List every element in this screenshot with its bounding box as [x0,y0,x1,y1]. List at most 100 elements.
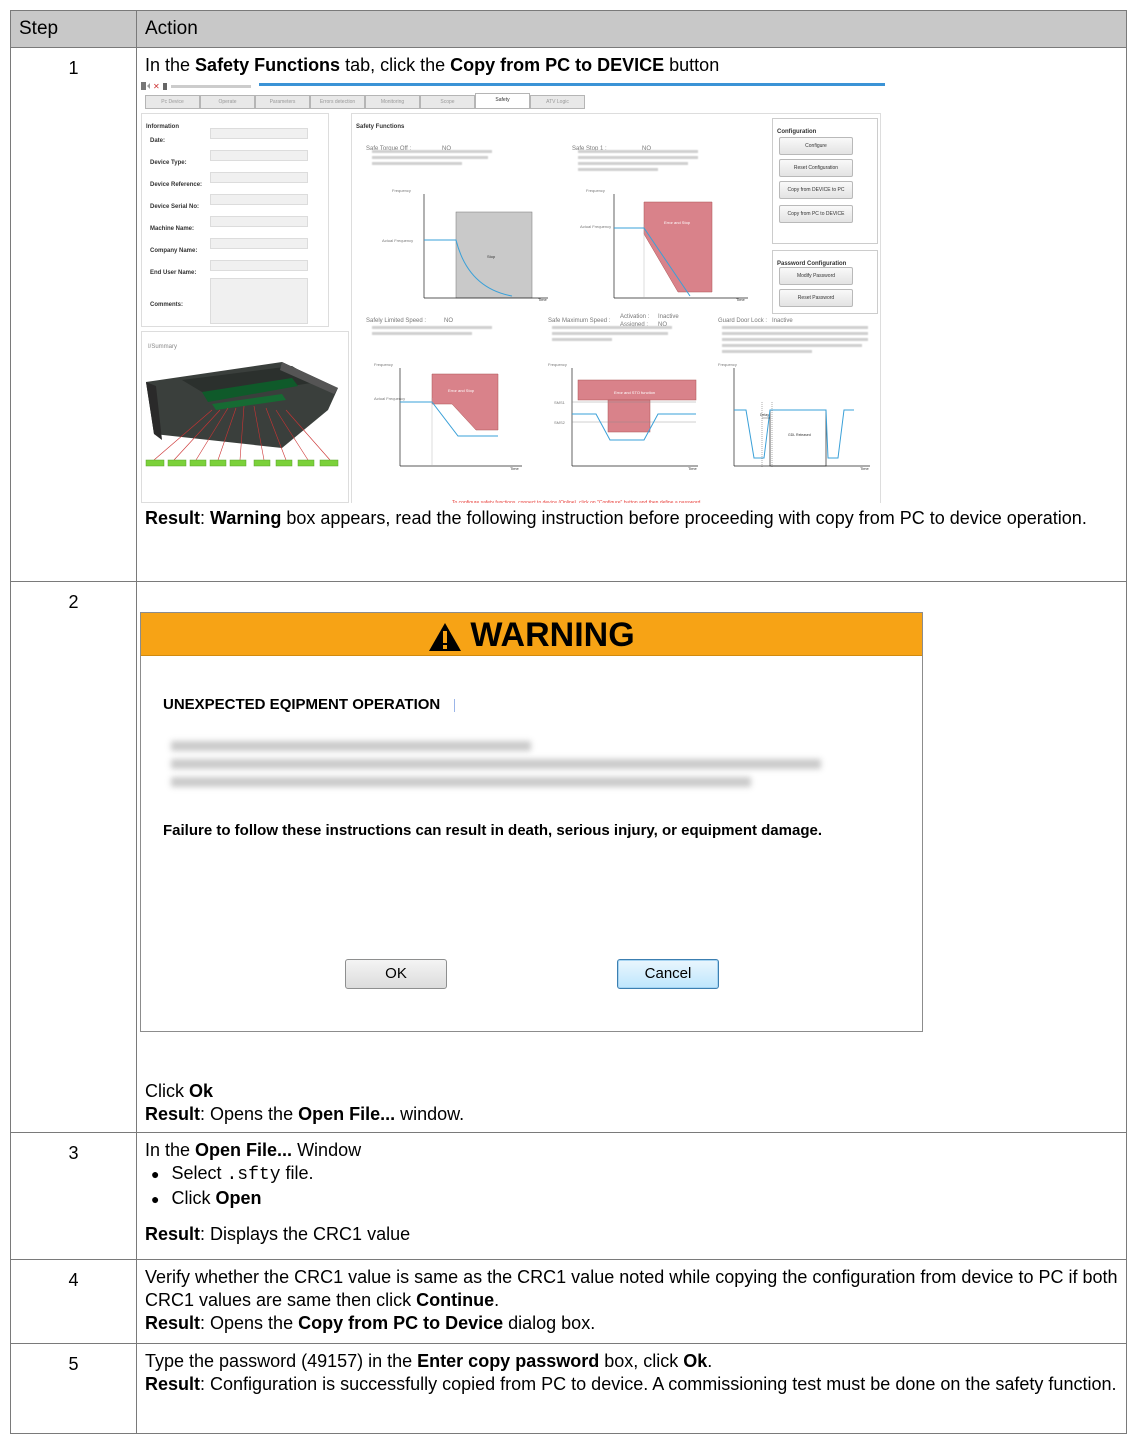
sto-description [372,156,488,159]
safety-tab-screenshot: ✕ Pc Device Operate Parameters Errors de… [141,79,885,503]
modify-password-button[interactable]: Modify Password [779,267,853,285]
step-number: 4 [10,1259,137,1344]
tab-safety[interactable]: Safety [475,93,530,109]
ss1-description [578,156,698,159]
gdl-description [722,326,868,329]
warning-triangle-icon [429,623,462,652]
ok-button[interactable]: OK [345,959,447,989]
gdl-description [722,332,868,335]
summary-panel: I/Summary [141,331,349,503]
step-number: 3 [10,1132,137,1260]
time-axis-label: Time [688,466,698,471]
open-file-term: Open File... [298,1104,396,1124]
gdl-label: Guard Door Lock : [718,318,768,324]
text: : Displays the CRC1 value [200,1224,411,1244]
step1-instruction: In the Safety Functions tab, click the C… [145,54,1118,77]
ss1-description [578,150,698,153]
machine-name-field[interactable] [210,216,308,227]
sms-description [552,338,612,341]
ok-term: Ok [683,1351,708,1371]
text: box, click [599,1351,684,1371]
tab-errors[interactable]: Errors detection [310,95,365,109]
sls-state: NO [444,318,453,324]
reset-configuration-button[interactable]: Reset Configuration [779,159,853,177]
step3-instruction: In the Open File... Window [145,1139,1118,1162]
sms-description [552,332,668,335]
progress-bar [259,83,885,86]
table-row: 5 Type the password (49157) in the Enter… [10,1343,1127,1434]
step-number: 5 [10,1343,137,1434]
company-name-field[interactable] [210,238,308,249]
ss1-description [578,162,688,165]
gdl-description [722,350,812,353]
device-serial-field[interactable] [210,194,308,205]
cancel-button[interactable]: Cancel [617,959,719,989]
text: tab, click the [340,55,451,75]
delay-label: Delay [760,413,769,417]
tab-operate[interactable]: Operate [200,95,255,109]
configure-button[interactable]: Configure [779,137,853,155]
text: file. [280,1163,314,1183]
step4-instruction: Verify whether the CRC1 value is same as… [145,1266,1118,1312]
actual-frequency-label: Actual Frequency [374,396,405,401]
copy-device-to-pc-button[interactable]: Copy from DEVICE to PC [779,181,853,199]
text: In the [145,55,196,75]
table-row: 2 WARNING UNEXPECTED EQIPMENT OPERATION … [10,581,1127,1133]
frequency-axis-label: Frequency [374,362,393,367]
configuration-panel: Configuration Configure Reset Configurat… [772,118,878,244]
text: : Opens the [200,1313,299,1333]
time-axis-label: Time [860,466,870,471]
text: : Configuration is successfully copied f… [200,1374,1117,1394]
device-serial-label: Device Serial No: [150,204,200,210]
step2-result: Result: Opens the Open File... window. [145,1103,1118,1126]
warning-term: Warning [210,508,282,528]
file-extension: .sfty [226,1165,281,1185]
result-label: Result [145,1224,201,1244]
safety-functions-panel: Safety Functions Safe Torque Off : NO Sa… [351,113,881,503]
copy-pc-to-device-button[interactable]: Copy from PC to DEVICE [779,205,853,223]
step5-result: Result: Configuration is successfully co… [145,1373,1118,1396]
result-label: Result [145,1313,201,1333]
text: : [200,508,211,528]
text: button [664,55,720,75]
ss1-description [578,168,658,171]
continue-term: Continue [416,1290,495,1310]
open-term: Open [215,1188,262,1208]
table-row: 3 In the Open File... Window Select .sft… [10,1132,1127,1260]
result-label: Result [145,1374,201,1394]
tab-bar: Pc Device Operate Parameters Errors dete… [145,93,585,109]
blurred-instruction [171,759,821,769]
result-label: Result [145,1104,201,1124]
sms2-label: SMS2 [554,420,566,425]
error-stop-label: Error and Stop [448,388,475,393]
step3-bullets: Select .sfty file. Click Open [145,1162,1118,1211]
connection-status-icon: ✕ [141,82,251,91]
end-user-name-label: End User Name: [150,270,197,276]
tab-pc-device[interactable]: Pc Device [145,95,200,109]
sls-label: Safely Limited Speed : [366,318,427,324]
svg-text:✕: ✕ [153,82,160,91]
text: : Opens the [200,1104,299,1124]
comments-field[interactable] [210,278,308,324]
text: . [707,1351,713,1371]
reset-password-button[interactable]: Reset Password [779,289,853,307]
text: Window [292,1140,362,1160]
date-field[interactable] [210,128,308,139]
tab-atv-logic[interactable]: ATV Logic [530,95,585,109]
device-reference-field[interactable] [210,172,308,183]
company-name-label: Company Name: [150,248,198,254]
tab-monitoring[interactable]: Monitoring [365,95,420,109]
gdl-description [722,344,862,347]
text: box appears, read the following instruct… [281,508,1087,528]
copy-pc-device-term: Copy from PC to Device [298,1313,504,1333]
tab-parameters[interactable]: Parameters [255,95,310,109]
error-sto-label: Error and STO function [614,390,655,395]
tab-scope[interactable]: Scope [420,95,475,109]
step3-result: Result: Displays the CRC1 value [145,1223,1118,1246]
frequency-axis-label: Frequency [586,188,605,193]
actual-frequency-label: Actual Frequency [382,238,413,243]
time-axis-label: Time [538,297,548,302]
device-type-field[interactable] [210,150,308,161]
table-row: 1 In the Safety Functions tab, click the… [10,47,1127,582]
end-user-name-field[interactable] [210,260,308,271]
